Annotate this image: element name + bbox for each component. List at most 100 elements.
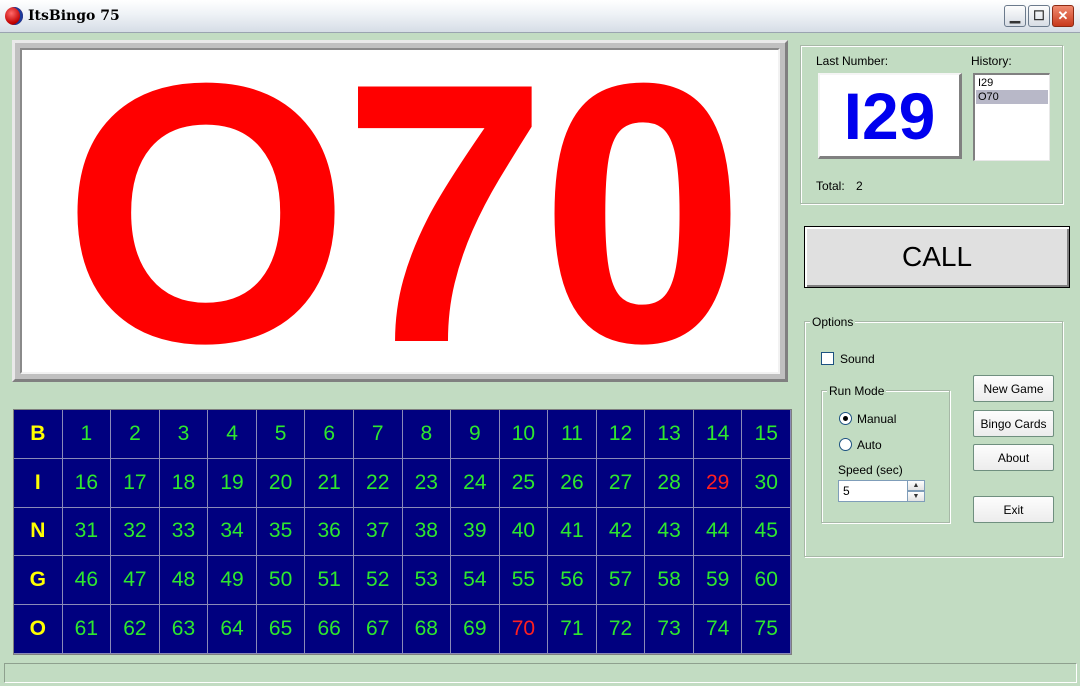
minimize-button[interactable]: ▁	[1004, 5, 1026, 27]
last-number-value: I29	[843, 78, 936, 153]
board-letter-o: O	[14, 605, 63, 654]
board-cell-41: 41	[548, 507, 597, 557]
board-cell-74: 74	[693, 605, 743, 654]
board-cell-24: 24	[451, 458, 500, 508]
run-mode-group	[821, 390, 950, 523]
board-cell-63: 63	[159, 605, 209, 654]
board-cell-28: 28	[645, 458, 694, 508]
current-call-number: O70	[62, 48, 745, 374]
total-value: 2	[856, 179, 863, 193]
board-cell-22: 22	[353, 458, 403, 508]
board-cell-35: 35	[256, 507, 306, 557]
auto-label[interactable]: Auto	[857, 438, 882, 452]
board-cell-58: 58	[645, 556, 694, 606]
board-cell-10: 10	[499, 410, 549, 459]
board-cell-47: 47	[111, 556, 160, 606]
board-cell-50: 50	[256, 556, 306, 606]
board-cell-8: 8	[402, 410, 452, 459]
board-cell-3: 3	[159, 410, 209, 459]
board-cell-17: 17	[111, 458, 160, 508]
board-cell-65: 65	[256, 605, 306, 654]
board-cell-21: 21	[305, 458, 354, 508]
board-cell-53: 53	[402, 556, 452, 606]
last-number-box: I29	[818, 73, 962, 159]
board-cell-15: 15	[742, 410, 791, 459]
board-cell-49: 49	[208, 556, 257, 606]
board-cell-60: 60	[742, 556, 791, 606]
board-cell-1: 1	[62, 410, 112, 459]
board-cell-75: 75	[742, 605, 791, 654]
sound-label[interactable]: Sound	[840, 352, 875, 366]
board-cell-13: 13	[645, 410, 694, 459]
board-cell-71: 71	[548, 605, 597, 654]
board-cell-39: 39	[451, 507, 500, 557]
board-cell-69: 69	[451, 605, 500, 654]
board-cell-55: 55	[499, 556, 549, 606]
history-list[interactable]: I29 O70	[973, 73, 1050, 161]
board-cell-59: 59	[693, 556, 743, 606]
board-cell-57: 57	[596, 556, 646, 606]
board-cell-45: 45	[742, 507, 791, 557]
board-cell-70: 70	[499, 605, 549, 654]
board-cell-43: 43	[645, 507, 694, 557]
speed-down-arrow-icon[interactable]: ▼	[907, 491, 925, 502]
board-cell-2: 2	[111, 410, 160, 459]
about-button[interactable]: About	[973, 444, 1054, 471]
board-cell-51: 51	[305, 556, 354, 606]
bingo-cards-button[interactable]: Bingo Cards	[973, 410, 1054, 437]
board-cell-6: 6	[305, 410, 354, 459]
new-game-button[interactable]: New Game	[973, 375, 1054, 402]
board-letter-b: B	[14, 410, 63, 459]
app-icon	[5, 7, 23, 25]
board-cell-32: 32	[111, 507, 160, 557]
board-cell-30: 30	[742, 458, 791, 508]
board-cell-20: 20	[256, 458, 306, 508]
board-cell-33: 33	[159, 507, 209, 557]
history-item[interactable]: O70	[976, 90, 1048, 104]
board-cell-52: 52	[353, 556, 403, 606]
close-button[interactable]: ✕	[1052, 5, 1074, 27]
manual-radio[interactable]	[839, 412, 852, 425]
board-cell-27: 27	[596, 458, 646, 508]
board-cell-62: 62	[111, 605, 160, 654]
board-cell-7: 7	[353, 410, 403, 459]
auto-radio[interactable]	[839, 438, 852, 451]
board-cell-25: 25	[499, 458, 549, 508]
manual-label[interactable]: Manual	[857, 412, 896, 426]
board-cell-66: 66	[305, 605, 354, 654]
exit-button[interactable]: Exit	[973, 496, 1054, 523]
board-cell-68: 68	[402, 605, 452, 654]
board-cell-12: 12	[596, 410, 646, 459]
board-cell-72: 72	[596, 605, 646, 654]
call-button[interactable]: CALL	[804, 226, 1070, 288]
board-cell-34: 34	[208, 507, 257, 557]
total-label: Total:	[816, 179, 845, 193]
current-call-panel: O70	[12, 40, 788, 382]
board-cell-56: 56	[548, 556, 597, 606]
title-bar[interactable]: ItsBingo 75 ▁ ☐ ✕	[0, 0, 1080, 33]
speed-up-arrow-icon[interactable]: ▲	[907, 480, 925, 491]
board-cell-29: 29	[693, 458, 743, 508]
board-cell-36: 36	[305, 507, 354, 557]
board-cell-37: 37	[353, 507, 403, 557]
history-item[interactable]: I29	[976, 76, 1048, 90]
board-cell-54: 54	[451, 556, 500, 606]
options-title: Options	[810, 315, 856, 329]
board-cell-73: 73	[645, 605, 694, 654]
sound-checkbox[interactable]	[821, 352, 834, 365]
board-cell-16: 16	[62, 458, 112, 508]
board-cell-64: 64	[208, 605, 257, 654]
board-cell-46: 46	[62, 556, 112, 606]
board-cell-19: 19	[208, 458, 257, 508]
board-cell-48: 48	[159, 556, 209, 606]
bingo-board: B 1 2 3 4 5 6 7 8 9 10 11 12 13 14 15 I 16 17 18 19 20 21 22 23 2…	[13, 409, 792, 655]
board-cell-40: 40	[499, 507, 549, 557]
maximize-button[interactable]: ☐	[1028, 5, 1050, 27]
speed-input[interactable]	[838, 480, 908, 502]
board-cell-14: 14	[693, 410, 743, 459]
board-cell-11: 11	[548, 410, 597, 459]
board-cell-5: 5	[256, 410, 306, 459]
board-cell-23: 23	[402, 458, 452, 508]
speed-label: Speed (sec)	[838, 463, 903, 477]
last-number-label: Last Number:	[816, 54, 889, 68]
